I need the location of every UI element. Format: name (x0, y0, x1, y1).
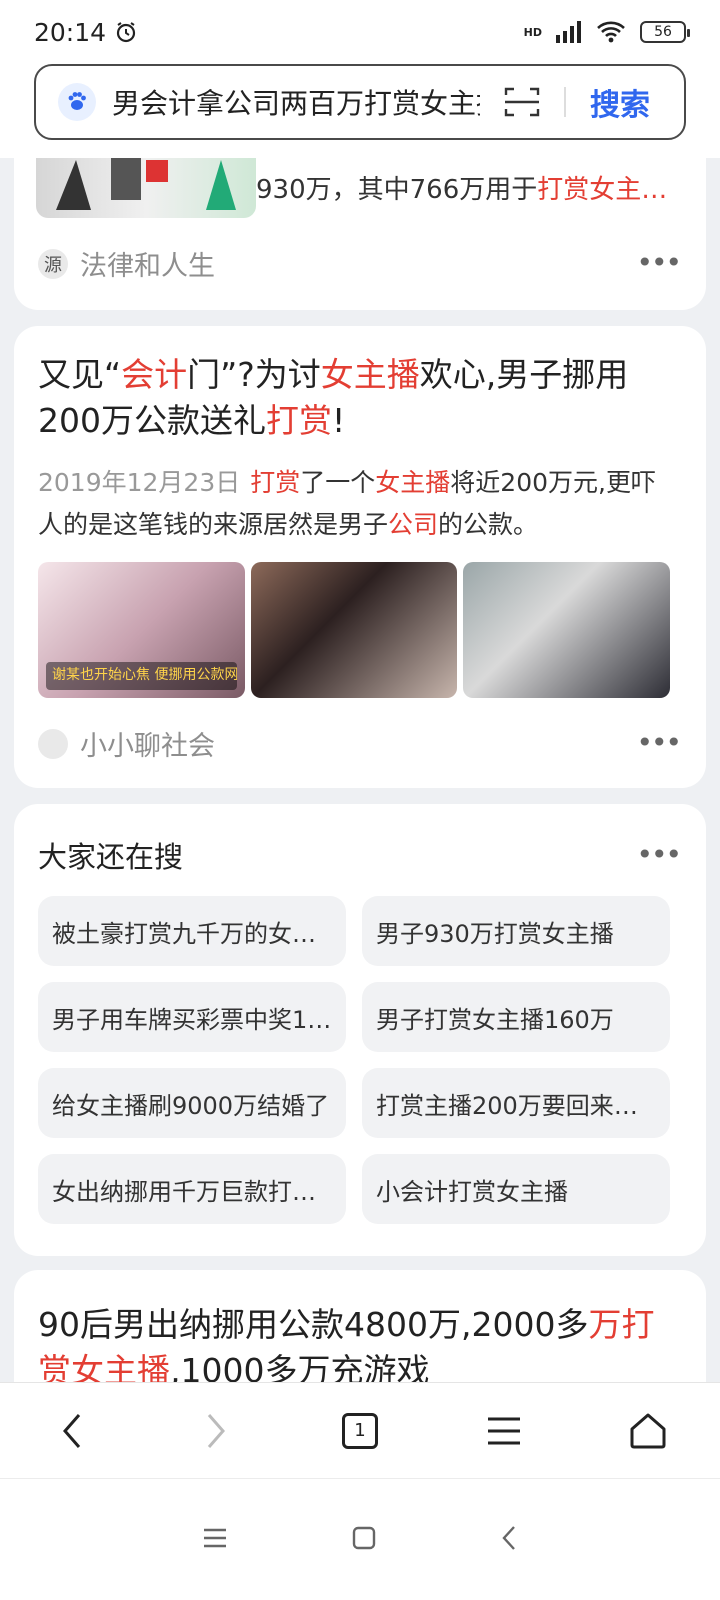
related-search-chip[interactable]: 男子930万打赏女主播 (362, 896, 670, 966)
related-search-chip[interactable]: 打赏主播200万要回来了… (362, 1068, 670, 1138)
image-caption: 谢某也开始心焦 便挪用公款网络刷礼 (46, 662, 237, 690)
search-divider (564, 87, 566, 117)
chip-label: 给女主播刷9000万结婚了 (52, 1091, 330, 1120)
related-search-chip[interactable]: 男子用车牌买彩票中奖1… (38, 982, 346, 1052)
browser-toolbar: 1 (0, 1382, 720, 1478)
scan-icon[interactable] (502, 85, 542, 119)
result-image[interactable] (250, 562, 458, 698)
clock: 20:14 (34, 17, 107, 47)
more-options-icon[interactable]: ••• (636, 838, 682, 871)
chip-label: 男子用车牌买彩票中奖1… (52, 1005, 332, 1034)
related-search-chip[interactable]: 被土豪打赏九千万的女… (38, 896, 346, 966)
menu-icon[interactable] (474, 1401, 534, 1461)
title-part: 90后男出纳挪用公款4800万,2000多 (38, 1305, 589, 1344)
battery-icon: 56 (640, 21, 690, 43)
status-left: 20:14 (34, 18, 138, 47)
search-input[interactable]: 男会计拿公司两百万打赏女主播 (112, 82, 480, 122)
source-name[interactable]: 小小聊社会 (80, 724, 215, 763)
result-snippet: 930万，其中766万用于打赏女主… (256, 170, 676, 210)
snippet-highlight: 女主播 (375, 468, 451, 497)
result-card-2[interactable]: 又见“会计门”?为讨女主播欢心,男子挪用200万公款送礼打赏! 2019年12月… (14, 326, 706, 788)
related-search-chip[interactable]: 女出纳挪用千万巨款打… (38, 1154, 346, 1224)
title-highlight: 打赏 (266, 401, 332, 440)
source-avatar: 源 (38, 248, 68, 279)
related-search-chip[interactable]: 男子打赏女主播160万 (362, 982, 670, 1052)
alarm-icon (116, 22, 136, 43)
baidu-paw-icon (58, 83, 96, 121)
title-highlight: 女主播 (320, 355, 420, 394)
snippet-text: 了一个 (300, 468, 376, 497)
snippet-highlight: 打赏 (250, 468, 301, 497)
result-image[interactable] (463, 562, 671, 698)
result-snippet: 2019年12月23日 打赏了一个女主播将近200万元,更吓人的是这笔钱的来源居然… (38, 462, 678, 546)
result-source[interactable]: 源 法律和人生 (38, 244, 215, 283)
source-avatar (38, 728, 68, 759)
status-bar: 20:14 HD 56 (0, 0, 720, 64)
snippet-highlight: 公司 (388, 510, 439, 539)
system-navigation-bar (0, 1478, 720, 1600)
chip-label: 女出纳挪用千万巨款打… (52, 1177, 316, 1206)
result-image[interactable]: 谢某也开始心焦 便挪用公款网络刷礼 (38, 562, 245, 698)
chip-label: 男子打赏女主播160万 (376, 1005, 614, 1034)
tabs-icon[interactable]: 1 (330, 1401, 390, 1461)
snippet-highlight: 打赏女主… (537, 175, 668, 205)
result-title[interactable]: 又见“会计门”?为讨女主播欢心,男子挪用200万公款送礼打赏! (38, 352, 678, 444)
title-highlight: 会计 (121, 355, 188, 394)
wifi-icon (597, 21, 625, 43)
source-avatar-text: 源 (44, 254, 62, 276)
system-back-icon[interactable] (500, 1524, 518, 1556)
recent-apps-icon[interactable] (202, 1527, 228, 1553)
snippet-text: 的公款。 (438, 510, 539, 539)
chip-label: 被土豪打赏九千万的女… (52, 919, 316, 948)
status-right: HD 56 (523, 20, 690, 44)
result-title[interactable]: 90后男出纳挪用公款4800万,2000多万打赏女主播,1000多万充游戏 (38, 1302, 678, 1394)
forward-icon[interactable] (186, 1401, 246, 1461)
result-date: 2019年12月23日 (38, 468, 241, 497)
chip-label: 小会计打赏女主播 (376, 1177, 568, 1206)
related-searches-grid: 被土豪打赏九千万的女… 男子930万打赏女主播 男子用车牌买彩票中奖1… 男子打… (38, 896, 670, 1224)
tabs-count: 1 (342, 1412, 378, 1449)
title-part: ! (332, 401, 346, 440)
result-source[interactable]: 小小聊社会 (38, 724, 215, 763)
system-home-icon[interactable] (352, 1526, 376, 1554)
result-image-row: 谢某也开始心焦 便挪用公款网络刷礼 (38, 562, 671, 698)
source-name[interactable]: 法律和人生 (80, 244, 215, 283)
search-button[interactable]: 搜索 (590, 80, 650, 124)
snippet-text: 930万，其中766万用于 (256, 175, 538, 205)
title-part: 又见“ (38, 355, 122, 394)
related-search-chip[interactable]: 小会计打赏女主播 (362, 1154, 670, 1224)
search-box[interactable]: 男会计拿公司两百万打赏女主播 搜索 (34, 64, 686, 140)
chip-label: 打赏主播200万要回来了… (376, 1091, 656, 1120)
more-options-icon[interactable]: ••• (636, 726, 682, 759)
more-options-icon[interactable]: ••• (636, 246, 682, 279)
related-searches-title: 大家还在搜 (38, 840, 184, 874)
network-label: HD (523, 25, 542, 39)
related-searches-card: 大家还在搜 ••• 被土豪打赏九千万的女… 男子930万打赏女主播 男子用车牌买… (14, 804, 706, 1256)
chip-label: 男子930万打赏女主播 (376, 919, 614, 948)
battery-level: 56 (654, 24, 672, 40)
signal-icon (556, 21, 581, 43)
back-icon[interactable] (42, 1401, 102, 1461)
home-icon[interactable] (618, 1401, 678, 1461)
related-search-chip[interactable]: 给女主播刷9000万结婚了 (38, 1068, 346, 1138)
title-part: 门”?为讨 (187, 355, 321, 394)
search-header: 男会计拿公司两百万打赏女主播 搜索 (0, 64, 720, 158)
